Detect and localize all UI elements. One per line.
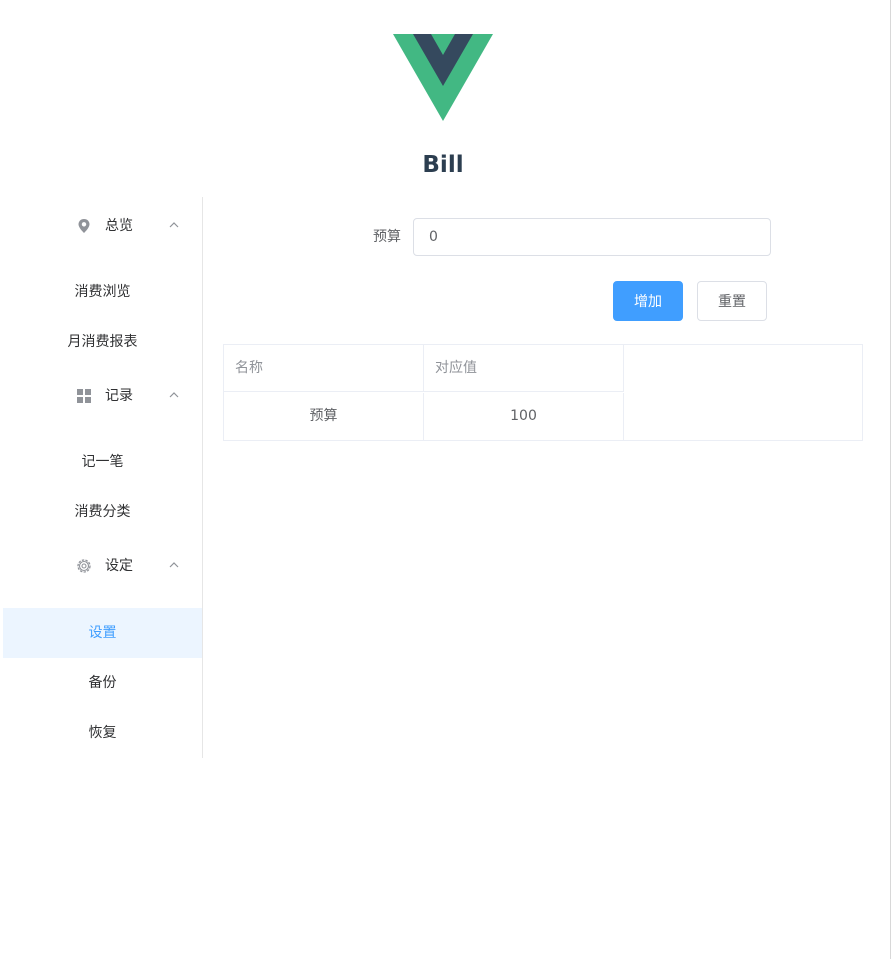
add-button[interactable]: 增加: [613, 281, 683, 321]
reset-button[interactable]: 重置: [697, 281, 767, 321]
submenu-settings-label: 设定: [105, 558, 133, 574]
table-cell-name: 预算: [224, 393, 424, 440]
gear-icon: [77, 559, 91, 573]
submenu-records-label: 记录: [105, 388, 133, 404]
settings-table: 名称 对应值 预算 100: [223, 344, 863, 441]
app-title: Bill: [422, 152, 464, 178]
submenu-settings[interactable]: 设定: [3, 538, 202, 594]
sidebar-item-monthly-report[interactable]: 月消费报表: [3, 317, 202, 367]
vue-logo: [393, 34, 493, 121]
budget-label: 预算: [373, 229, 401, 245]
submenu-overview-label: 总览: [105, 218, 133, 234]
table-header-value: 对应值: [424, 345, 624, 392]
submenu-records[interactable]: 记录: [3, 368, 202, 424]
window-edge: [890, 0, 891, 959]
sidebar-item-restore[interactable]: 恢复: [3, 708, 202, 758]
chevron-up-icon: [169, 562, 179, 568]
budget-input[interactable]: [413, 218, 771, 256]
table-empty-column: [624, 345, 862, 440]
location-icon: [78, 219, 90, 233]
table-cell-value: 100: [424, 393, 624, 440]
sidebar-item-categories[interactable]: 消费分类: [3, 487, 202, 537]
chevron-up-icon: [169, 392, 179, 398]
submenu-overview[interactable]: 总览: [3, 198, 202, 254]
sidebar-item-consumption-browse[interactable]: 消费浏览: [3, 267, 202, 317]
sidebar-menu: 总览 消费浏览 月消费报表 记录 记一笔 消费分类 设定 设置 备份 恢复: [3, 197, 203, 758]
chevron-up-icon: [169, 222, 179, 228]
sidebar-item-add-record[interactable]: 记一笔: [3, 437, 202, 487]
grid-icon: [77, 389, 91, 403]
sidebar-item-settings[interactable]: 设置: [3, 608, 202, 658]
table-header-name: 名称: [224, 345, 424, 392]
sidebar-item-backup[interactable]: 备份: [3, 658, 202, 708]
